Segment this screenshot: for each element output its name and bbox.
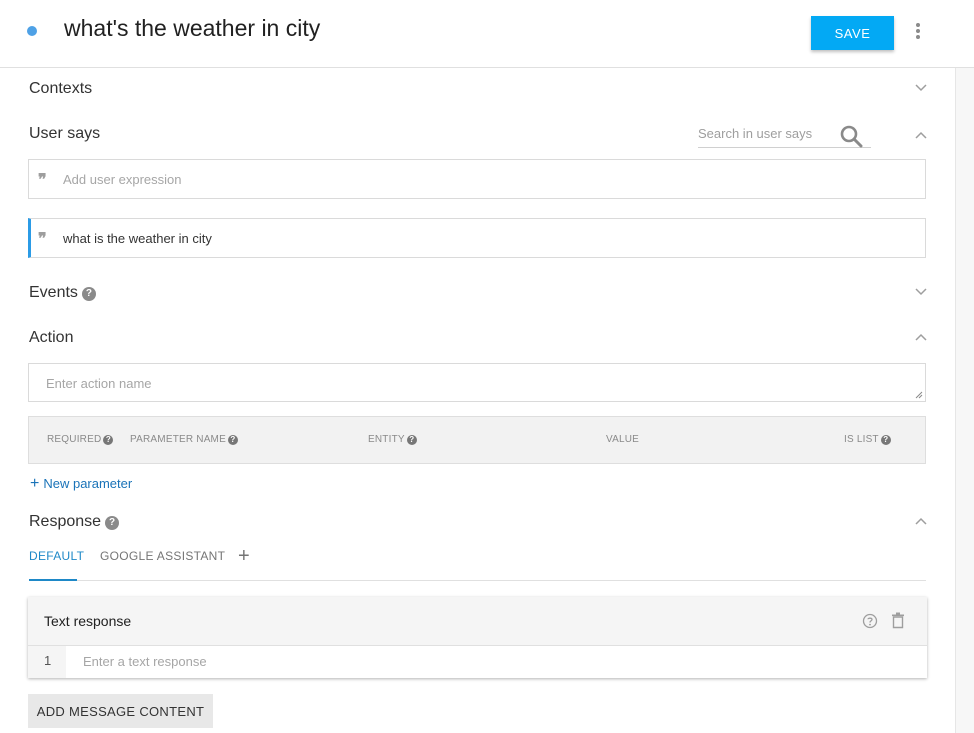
quote-icon: ❞	[38, 170, 47, 189]
text-response-title: Text response	[44, 613, 132, 629]
chevron-up-icon[interactable]	[914, 516, 928, 526]
save-button[interactable]: SAVE	[811, 16, 894, 50]
events-label: Events	[29, 284, 78, 301]
add-platform-plus-icon[interactable]: +	[238, 545, 250, 568]
chevron-up-icon[interactable]	[914, 332, 928, 342]
user-says-title: User says	[29, 125, 101, 142]
column-value: VALUE	[606, 434, 639, 445]
help-icon[interactable]: ?	[81, 287, 96, 301]
tabs-divider	[29, 580, 926, 581]
text-response-input[interactable]: Enter a text response	[83, 654, 207, 669]
action-name-field[interactable]: Enter action name	[28, 363, 926, 402]
events-title[interactable]: Events?	[29, 284, 96, 302]
top-bar: what's the weather in city SAVE	[0, 0, 974, 68]
plus-icon: +	[30, 475, 40, 492]
help-icon[interactable]: ?	[406, 435, 417, 445]
parameters-table-header: REQUIRED? PARAMETER NAME? ENTITY? VALUE …	[28, 416, 926, 464]
action-title: Action	[29, 329, 74, 346]
text-response-header: Text response	[28, 597, 927, 646]
help-icon[interactable]: ?	[105, 516, 120, 530]
tab-default[interactable]: DEFAULT	[29, 549, 84, 563]
status-dot	[27, 26, 37, 36]
scrollbar[interactable]	[955, 68, 974, 733]
response-title: Response?	[29, 513, 120, 531]
new-parameter-link[interactable]: + New parameter	[30, 475, 132, 493]
column-entity: ENTITY?	[368, 434, 417, 445]
column-label: VALUE	[606, 434, 640, 445]
column-label: ENTITY	[368, 434, 405, 445]
resize-handle-icon[interactable]	[915, 391, 923, 399]
add-message-content-button[interactable]: ADD MESSAGE CONTENT	[28, 694, 213, 728]
help-icon[interactable]: ?	[103, 435, 114, 445]
delete-icon[interactable]	[891, 612, 905, 629]
column-label: IS LIST	[844, 434, 879, 445]
help-icon[interactable]: ?	[880, 435, 891, 445]
column-required: REQUIRED?	[47, 434, 114, 445]
search-user-says-input[interactable]	[698, 126, 833, 141]
column-label: PARAMETER NAME	[130, 434, 226, 445]
help-icon[interactable]	[862, 613, 878, 629]
search-icon[interactable]	[839, 124, 863, 148]
column-is-list: IS LIST?	[844, 434, 891, 445]
new-parameter-label: New parameter	[43, 476, 133, 491]
tab-google-assistant[interactable]: GOOGLE ASSISTANT	[100, 549, 225, 563]
quote-icon: ❞	[38, 229, 47, 248]
user-expression-item[interactable]: ❞ what is the weather in city	[28, 218, 926, 258]
chevron-down-icon[interactable]	[914, 83, 928, 93]
add-user-expression-field[interactable]: ❞ Add user expression	[28, 159, 926, 199]
contexts-title[interactable]: Contexts	[29, 80, 92, 98]
response-label: Response	[29, 513, 102, 530]
column-parameter-name: PARAMETER NAME?	[130, 434, 238, 445]
user-says-search	[698, 124, 871, 148]
chevron-down-icon[interactable]	[914, 287, 928, 297]
chevron-up-icon[interactable]	[914, 130, 928, 140]
help-icon[interactable]: ?	[227, 435, 238, 445]
more-vert-icon[interactable]	[911, 22, 925, 40]
add-user-expression-placeholder: Add user expression	[63, 172, 182, 187]
action-name-placeholder: Enter action name	[46, 376, 152, 391]
active-tab-indicator	[29, 579, 77, 581]
user-expression-text[interactable]: what is the weather in city	[63, 231, 212, 246]
column-label: REQUIRED	[47, 434, 102, 445]
text-response-row-number: 1	[28, 646, 66, 678]
text-response-card: Text response 1 Enter a text response	[28, 597, 927, 678]
intent-title[interactable]: what's the weather in city	[64, 15, 320, 42]
